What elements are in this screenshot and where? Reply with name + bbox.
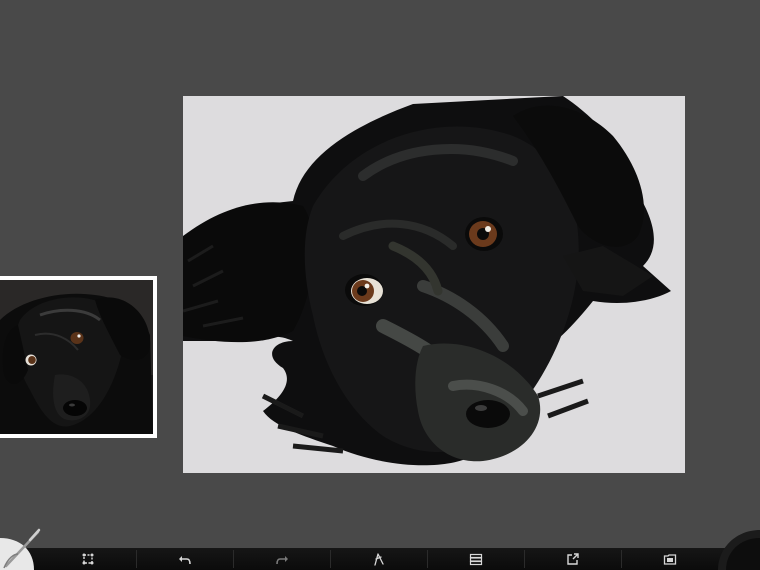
- dog-painting: [183, 96, 685, 473]
- reference-photo: [0, 280, 153, 434]
- brush-settings-button[interactable]: [331, 548, 427, 570]
- brush-tool-button[interactable]: [0, 528, 42, 570]
- bottom-toolbar: [0, 548, 760, 570]
- color-picker-icon: [718, 530, 760, 570]
- layers-button[interactable]: [428, 548, 524, 570]
- reference-image-panel[interactable]: [0, 276, 157, 438]
- gallery-icon: [663, 554, 677, 565]
- calligraphy-brush-icon: [374, 553, 384, 566]
- painting-canvas[interactable]: [183, 96, 685, 473]
- transform-button[interactable]: [40, 548, 136, 570]
- color-picker-button[interactable]: [718, 530, 760, 570]
- painting-workspace: [0, 0, 760, 570]
- layers-icon: [469, 553, 483, 566]
- undo-button[interactable]: [137, 548, 233, 570]
- gallery-button[interactable]: [622, 548, 718, 570]
- transform-icon: [82, 553, 94, 565]
- redo-button[interactable]: [234, 548, 330, 570]
- share-icon: [567, 553, 579, 565]
- undo-icon: [179, 556, 191, 565]
- export-button[interactable]: [525, 548, 621, 570]
- redo-icon: [276, 556, 288, 565]
- brush-tool-icon: [0, 528, 41, 570]
